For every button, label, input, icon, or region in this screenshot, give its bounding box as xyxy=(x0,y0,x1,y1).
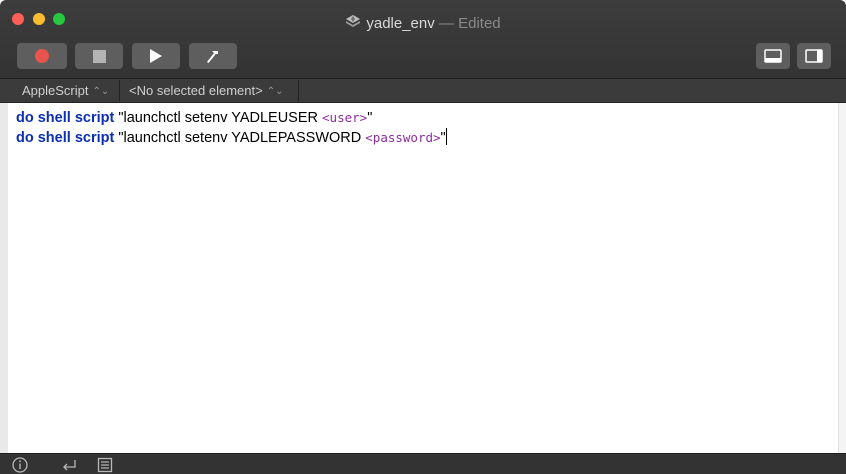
updown-chevron-icon: ⌃⌄ xyxy=(92,86,110,97)
info-button[interactable] xyxy=(12,457,28,473)
show-bottom-pane-button[interactable] xyxy=(756,43,790,69)
return-icon xyxy=(63,460,76,471)
code-line: do shell script "launchctl setenv YADLEP… xyxy=(16,128,447,146)
record-icon xyxy=(35,49,49,63)
run-button[interactable] xyxy=(132,43,180,69)
applescript-document-icon xyxy=(346,15,361,27)
play-icon xyxy=(150,49,162,63)
stop-button[interactable] xyxy=(75,43,123,69)
code-keyword: do shell script xyxy=(16,110,115,126)
title-separator: — xyxy=(438,15,454,32)
editor-scroll-track[interactable] xyxy=(838,103,846,453)
log-button[interactable] xyxy=(97,457,113,473)
code-placeholder: <password> xyxy=(365,130,441,145)
record-button[interactable] xyxy=(17,43,67,69)
edited-status: Edited xyxy=(458,15,501,32)
navbar-divider xyxy=(298,80,299,101)
code-line: do shell script "launchctl setenv YADLEU… xyxy=(16,110,372,126)
code-placeholder: <user> xyxy=(322,110,368,125)
log-icon xyxy=(97,457,113,473)
text-caret xyxy=(445,128,447,145)
info-icon xyxy=(12,457,28,473)
titlebar: yadle_env — Edited xyxy=(0,0,846,79)
stop-icon xyxy=(92,49,106,63)
element-popup[interactable]: <No selected element> ⌃⌄ xyxy=(129,83,283,98)
compile-button[interactable] xyxy=(189,43,237,69)
show-side-pane-button[interactable] xyxy=(797,43,831,69)
bottom-pane-icon xyxy=(764,49,782,63)
side-pane-icon xyxy=(805,49,823,63)
code-string: "launchctl setenv YADLEUSER xyxy=(118,110,323,126)
code-string-end: " xyxy=(367,110,373,126)
updown-chevron-icon: ⌃⌄ xyxy=(266,86,284,97)
code-keyword: do shell script xyxy=(16,130,115,146)
hammer-icon xyxy=(207,51,218,63)
return-button[interactable] xyxy=(60,457,78,473)
language-popup[interactable]: AppleScript ⌃⌄ xyxy=(22,83,109,98)
code-string: "launchctl setenv YADLEPASSWORD xyxy=(118,130,366,146)
window-title: yadle_env — Edited xyxy=(0,15,846,32)
navbar-divider xyxy=(119,80,120,101)
navigation-bar: AppleScript ⌃⌄ <No selected element> ⌃⌄ xyxy=(0,79,846,103)
element-label: <No selected element> xyxy=(129,83,263,98)
script-editor-window: yadle_env — Edited AppleScript ⌃⌄ <No se… xyxy=(0,0,846,474)
script-editor-text-area[interactable]: do shell script "launchctl setenv YADLEU… xyxy=(8,103,838,453)
status-bar xyxy=(0,453,846,474)
language-label: AppleScript xyxy=(22,83,89,98)
document-name: yadle_env xyxy=(366,15,435,32)
